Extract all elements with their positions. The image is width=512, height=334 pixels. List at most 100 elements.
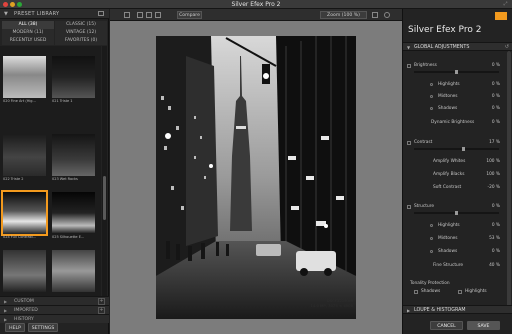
category-all[interactable]: ALL (38): [2, 21, 54, 29]
add-preset-icon[interactable]: +: [98, 298, 105, 305]
preset-caption: 024 Full Contrast...: [3, 235, 37, 239]
shadows-checkbox[interactable]: [414, 290, 418, 294]
brightness-slider[interactable]: Brightness 0 %: [403, 62, 505, 74]
slider-track[interactable]: [414, 148, 499, 150]
tonality-toggles[interactable]: Shadows Highlights: [403, 288, 505, 296]
expand-triangle-icon: [407, 141, 411, 145]
preset-thumb[interactable]: 024 Full Contrast...: [1, 190, 48, 239]
single-view-icon[interactable]: [124, 12, 130, 18]
loupe-histogram-label: LOUPE & HISTOGRAM: [414, 308, 466, 313]
collapse-triangle-icon: ▼: [407, 45, 411, 50]
preset-thumb[interactable]: [1, 248, 48, 296]
adjustments-scrollbar[interactable]: [507, 51, 511, 313]
highlights-label: Highlights: [438, 223, 460, 228]
custom-section[interactable]: ▶ CUSTOM +: [0, 296, 109, 305]
soft-contrast-slider[interactable]: Soft Contrast -20 %: [403, 184, 505, 192]
shadows-label: Shadows: [438, 249, 458, 254]
preset-thumb[interactable]: 025 Silhouette E...: [50, 190, 97, 239]
amplify-whites-slider[interactable]: Amplify Whites 100 %: [403, 158, 505, 166]
scrollbar-thumb[interactable]: [103, 176, 106, 220]
expand-triangle-icon: [407, 64, 411, 68]
global-adjustments-header[interactable]: ▼ GLOBAL ADJUSTMENTS ↺: [403, 42, 512, 51]
expand-triangle-icon: ▶: [4, 308, 8, 313]
fullscreen-icon[interactable]: ⤢: [502, 1, 509, 8]
cancel-button[interactable]: CANCEL: [430, 321, 463, 330]
slider-knob[interactable]: [455, 70, 458, 74]
file-info: DSCF2219.tiff 14.0 MP, 3075 × 4500: [110, 298, 353, 308]
preset-caption: 021 Triste 1: [52, 99, 73, 103]
save-button[interactable]: SAVE: [467, 321, 500, 330]
category-recently-used[interactable]: RECENTLY USED: [2, 37, 54, 45]
collapse-triangle-icon: ▼: [4, 11, 8, 17]
preset-thumb[interactable]: [50, 248, 97, 296]
preset-preview: [3, 250, 46, 292]
shadows-brightness-slider[interactable]: Shadows 0 %: [403, 105, 505, 113]
tonality-highlights-label: Highlights: [465, 289, 487, 294]
preset-library-header[interactable]: ▼ PRESET LIBRARY: [0, 9, 109, 19]
highlights-label: Highlights: [438, 82, 460, 87]
history-section[interactable]: ▶ HISTORY: [0, 314, 109, 323]
preset-scrollbar[interactable]: [102, 46, 107, 296]
expand-triangle-icon: [407, 205, 411, 209]
title-bar: Silver Efex Pro 2 ⤢: [0, 0, 512, 9]
category-vintage[interactable]: VINTAGE (12): [55, 29, 107, 37]
amplify-blacks-slider[interactable]: Amplify Blacks 100 %: [403, 171, 505, 179]
preset-thumb[interactable]: 021 Triste 1: [50, 54, 97, 103]
preset-thumb[interactable]: 020 Fine Art (Hig...: [1, 54, 48, 103]
contrast-slider[interactable]: Contrast 17 %: [403, 139, 505, 151]
preset-thumb[interactable]: 022 Triste 2: [1, 132, 48, 181]
preset-preview: [52, 250, 95, 292]
midtones-brightness-slider[interactable]: Midtones 0 %: [403, 93, 505, 101]
reset-icon[interactable]: ↺: [505, 44, 509, 51]
expand-triangle-icon: ▶: [4, 317, 8, 322]
highlights-brightness-slider[interactable]: Highlights 0 %: [403, 81, 505, 89]
structure-slider[interactable]: Structure 0 %: [403, 203, 505, 215]
control-point-icon: [430, 224, 433, 227]
dynamic-brightness-label: Dynamic Brightness: [431, 120, 475, 125]
brand-version: 2: [475, 25, 482, 35]
loupe-histogram-header[interactable]: ▶ LOUPE & HISTOGRAM: [403, 305, 512, 314]
shadows-value: 0 %: [491, 249, 500, 254]
side-by-side-icon[interactable]: [146, 12, 152, 18]
shadows-structure-slider[interactable]: Shadows 0 %: [403, 248, 505, 256]
stacked-view-icon[interactable]: [155, 12, 161, 18]
help-button[interactable]: HELP: [5, 323, 25, 332]
preset-caption: 023 Wet Rocks: [52, 177, 78, 181]
preset-preview: [3, 56, 46, 98]
panel-toggle-icon[interactable]: [98, 11, 104, 16]
expand-triangle-icon: ▶: [4, 299, 8, 304]
loupe-icon[interactable]: [384, 12, 390, 18]
slider-knob[interactable]: [455, 211, 458, 215]
tonality-protection-label: Tonality Protection: [410, 281, 450, 286]
compare-button[interactable]: Compare: [177, 11, 202, 19]
imported-section[interactable]: ▶ IMPORTED +: [0, 305, 109, 314]
highlights-checkbox[interactable]: [458, 290, 462, 294]
split-view-icon[interactable]: [137, 12, 143, 18]
midtones-structure-slider[interactable]: Midtones 53 %: [403, 235, 505, 243]
global-adjustments-label: GLOBAL ADJUSTMENTS: [414, 45, 470, 50]
category-modern[interactable]: MODERN (11): [2, 29, 54, 37]
midtones-label: Midtones: [438, 236, 458, 241]
settings-button[interactable]: SETTINGS: [28, 323, 58, 332]
dynamic-brightness-value: 0 %: [491, 120, 500, 125]
scrollbar-thumb[interactable]: [507, 51, 511, 313]
preset-thumb[interactable]: 023 Wet Rocks: [50, 132, 97, 181]
preview-image[interactable]: [156, 36, 356, 319]
zoom-select[interactable]: Zoom (100 %): [320, 11, 367, 19]
midtones-value: 53 %: [489, 236, 500, 241]
dynamic-brightness-slider[interactable]: Dynamic Brightness 0 %: [403, 119, 505, 127]
soft-contrast-label: Soft Contrast: [433, 185, 462, 190]
right-panel: Silver Efex Pro 2 ▼ GLOBAL ADJUSTMENTS ↺…: [402, 9, 512, 334]
fine-structure-label: Fine Structure: [433, 263, 464, 268]
shadows-label: Shadows: [438, 106, 458, 111]
preview-toolbar: Compare Zoom (100 %): [110, 9, 402, 21]
import-preset-icon[interactable]: +: [98, 307, 105, 314]
background-color-icon[interactable]: [372, 12, 378, 18]
category-classic[interactable]: CLASSIC (15): [55, 21, 107, 29]
highlights-structure-slider[interactable]: Highlights 0 %: [403, 222, 505, 230]
category-favorites[interactable]: FAVORITES (0): [55, 37, 107, 45]
fine-structure-slider[interactable]: Fine Structure 40 %: [403, 262, 505, 270]
slider-knob[interactable]: [462, 147, 465, 151]
preview-canvas: DSCF2219.tiff 14.0 MP, 3075 × 4500: [110, 21, 402, 334]
preset-preview: [3, 134, 46, 176]
